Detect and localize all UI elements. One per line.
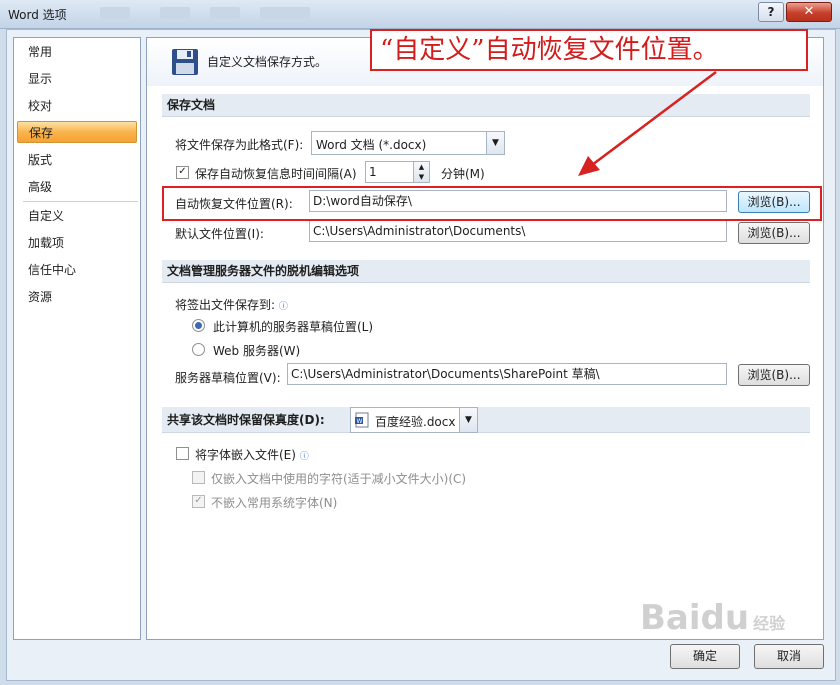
cancel-button[interactable]: 取消 [754, 644, 824, 669]
annotation-arrow [578, 71, 717, 176]
watermark-sub: 经验 [753, 614, 786, 633]
ok-button[interactable]: 确定 [670, 644, 740, 669]
baidu-watermark: Baidu 经验 [640, 598, 785, 638]
watermark-text: Baidu [640, 598, 750, 638]
